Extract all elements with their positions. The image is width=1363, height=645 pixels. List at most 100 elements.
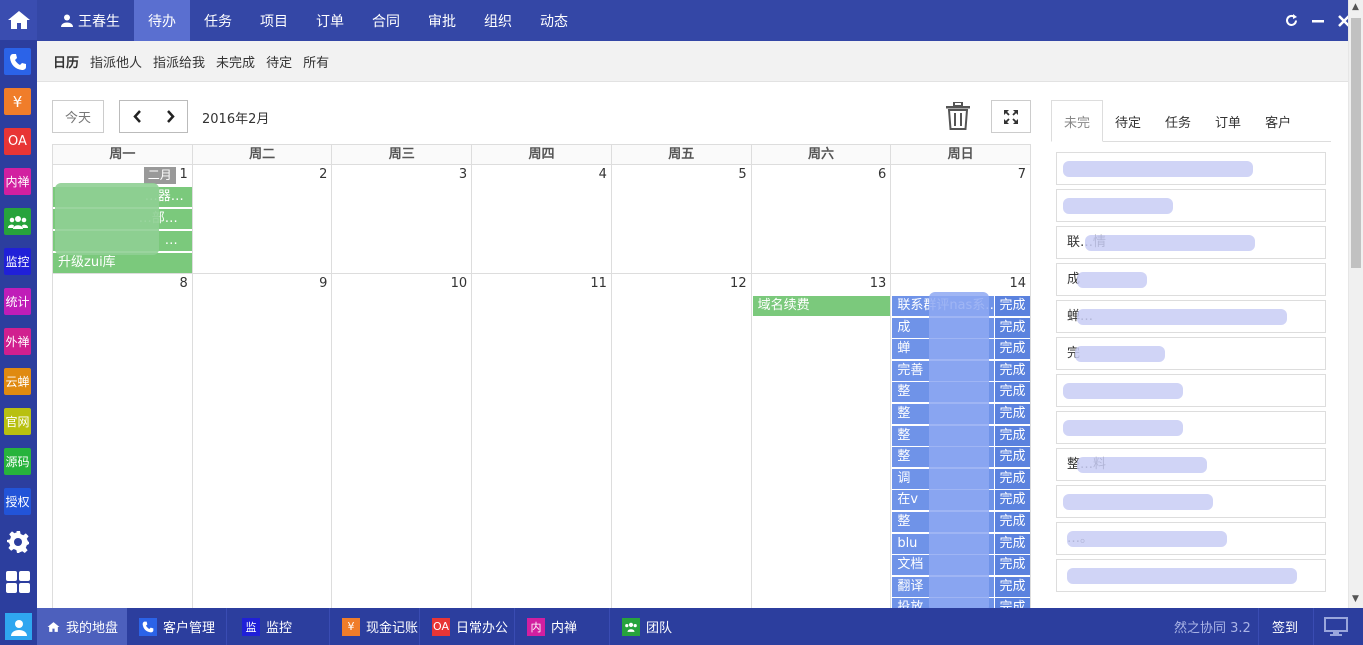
todo-list-item[interactable] bbox=[1056, 152, 1326, 185]
event-done-button[interactable]: 完成 bbox=[994, 447, 1030, 468]
nav-activity[interactable]: 动态 bbox=[526, 0, 582, 41]
nav-orders[interactable]: 订单 bbox=[302, 0, 358, 41]
taskbar-app-2[interactable]: ¥ 现金记账 bbox=[330, 608, 420, 645]
day-cell[interactable]: 11 bbox=[471, 274, 611, 608]
sidebar-phone-icon[interactable] bbox=[4, 48, 31, 75]
event-done-button[interactable]: 完成 bbox=[994, 317, 1030, 338]
sidebar-oa-icon[interactable]: OA bbox=[4, 128, 31, 155]
subnav-assigned-to-others[interactable]: 指派他人 bbox=[90, 52, 142, 71]
day-cell[interactable]: 12 bbox=[610, 274, 751, 608]
scroll-down-icon[interactable]: ▼ bbox=[1352, 594, 1359, 604]
today-button[interactable]: 今天 bbox=[52, 100, 104, 133]
event-done-button[interactable]: 完成 bbox=[994, 490, 1030, 511]
day-cell[interactable]: 7 bbox=[890, 165, 1030, 273]
nav-contracts[interactable]: 合同 bbox=[358, 0, 414, 41]
event-done-button[interactable]: 完成 bbox=[994, 339, 1030, 360]
todo-list-item[interactable]: 整…料 bbox=[1056, 448, 1326, 481]
event-done-button[interactable]: 完成 bbox=[994, 598, 1030, 608]
scroll-up-icon[interactable]: ▲ bbox=[1352, 2, 1359, 12]
event-done-button[interactable]: 完成 bbox=[994, 533, 1030, 554]
todo-list-item[interactable]: 联…情 bbox=[1056, 226, 1326, 259]
refresh-icon[interactable] bbox=[1285, 14, 1298, 27]
tab-unfinished[interactable]: 未完 bbox=[1051, 100, 1104, 142]
taskbar-app-0[interactable]: 客户管理 bbox=[127, 608, 227, 645]
sidebar-waichan-icon[interactable]: 外禅 bbox=[4, 328, 31, 355]
event-done-button[interactable]: 完成 bbox=[994, 404, 1030, 424]
trash-icon[interactable] bbox=[946, 101, 974, 132]
day-cell[interactable]: 3 bbox=[331, 165, 471, 273]
calendar-event[interactable]: 升级zui库 bbox=[53, 253, 192, 273]
todo-list-item[interactable] bbox=[1056, 411, 1326, 444]
sidebar-stats-icon[interactable]: 统计 bbox=[4, 288, 31, 315]
minimize-icon[interactable] bbox=[1312, 15, 1324, 27]
sidebar-yunchan-icon[interactable]: 云蝉 bbox=[4, 368, 31, 395]
signin-button[interactable]: 签到 bbox=[1259, 608, 1311, 645]
tab-pending[interactable]: 待定 bbox=[1103, 100, 1153, 142]
calendar-event[interactable]: 域名续费 bbox=[752, 296, 891, 316]
subnav-unfinished[interactable]: 未完成 bbox=[216, 52, 255, 71]
sidebar-team-icon[interactable] bbox=[4, 208, 31, 235]
subnav-pending[interactable]: 待定 bbox=[266, 52, 292, 71]
taskbar-home[interactable]: 我的地盘 bbox=[37, 608, 127, 645]
nav-org[interactable]: 组织 bbox=[470, 0, 526, 41]
day-cell[interactable]: 5 bbox=[610, 165, 751, 273]
day-cell[interactable]: 9 bbox=[191, 274, 332, 608]
todo-list-item[interactable] bbox=[1056, 189, 1326, 222]
desktop-icon[interactable] bbox=[1324, 608, 1348, 645]
nav-user[interactable]: 王春生 bbox=[37, 0, 134, 41]
subnav-assigned-to-me[interactable]: 指派给我 bbox=[153, 52, 205, 71]
nav-approval[interactable]: 审批 bbox=[414, 0, 470, 41]
event-done-button[interactable]: 完成 bbox=[994, 512, 1030, 532]
page-scrollbar[interactable]: ▲ ▼ bbox=[1348, 0, 1363, 608]
sidebar-site-icon[interactable]: 官网 bbox=[4, 408, 31, 435]
todo-list-item[interactable]: 成 bbox=[1056, 263, 1326, 296]
subnav-calendar[interactable]: 日历 bbox=[53, 52, 79, 71]
subnav-all[interactable]: 所有 bbox=[303, 52, 329, 71]
day-cell[interactable]: 13 域名续费 bbox=[750, 274, 891, 608]
sidebar-source-icon[interactable]: 源码 bbox=[4, 448, 31, 475]
tab-tasks[interactable]: 任务 bbox=[1153, 100, 1203, 142]
nav-projects[interactable]: 项目 bbox=[246, 0, 302, 41]
event-done-button[interactable]: 完成 bbox=[994, 576, 1030, 597]
sidebar-yen-icon[interactable]: ¥ bbox=[4, 88, 31, 115]
avatar[interactable] bbox=[0, 608, 37, 645]
event-done-button[interactable]: 完成 bbox=[994, 555, 1030, 576]
event-done-button[interactable]: 完成 bbox=[994, 382, 1030, 403]
day-cell[interactable]: 4 bbox=[471, 165, 611, 273]
event-done-button[interactable]: 完成 bbox=[994, 296, 1030, 316]
todo-list-item[interactable] bbox=[1056, 485, 1326, 518]
day-cell[interactable]: 2 bbox=[191, 165, 332, 273]
todo-list-item[interactable]: …。 bbox=[1056, 522, 1326, 555]
nav-todo[interactable]: 待办 bbox=[134, 0, 190, 41]
taskbar-app-4[interactable]: 内内禅 bbox=[515, 608, 610, 645]
todo-list-item[interactable]: 蝉… bbox=[1056, 300, 1326, 333]
day-cell[interactable]: 10 bbox=[331, 274, 471, 608]
prev-month-button[interactable] bbox=[119, 100, 155, 133]
taskbar-app-1[interactable]: 监监控 bbox=[230, 608, 330, 645]
apps-grid-icon[interactable] bbox=[4, 568, 31, 595]
event-done-button[interactable]: 完成 bbox=[994, 425, 1030, 446]
todo-list-item[interactable] bbox=[1056, 559, 1326, 592]
day-cell[interactable]: 二月 1 …器… …部… … 升级zui库 bbox=[53, 165, 192, 273]
taskbar-app-5[interactable]: 团队 bbox=[610, 608, 700, 645]
day-cell[interactable]: 14 联系群评nas系…完成成完成蝉完成完善完成整完成整完成整完成整完成调完成在… bbox=[890, 274, 1030, 608]
taskbar-app-3[interactable]: OA 日常办公 bbox=[420, 608, 515, 645]
tab-orders[interactable]: 订单 bbox=[1203, 100, 1253, 142]
fullscreen-button[interactable] bbox=[991, 100, 1031, 133]
settings-gear-icon[interactable] bbox=[4, 528, 31, 555]
sidebar-neichan-icon[interactable]: 内禅 bbox=[4, 168, 31, 195]
home-icon[interactable] bbox=[0, 0, 37, 40]
sidebar-monitor-icon[interactable]: 监控 bbox=[4, 248, 31, 275]
day-cell[interactable]: 8 bbox=[53, 274, 192, 608]
fullscreen-icon bbox=[1004, 109, 1018, 124]
todo-list-item[interactable]: 完 bbox=[1056, 337, 1326, 370]
event-done-button[interactable]: 完成 bbox=[994, 468, 1030, 489]
todo-list-item[interactable] bbox=[1056, 374, 1326, 407]
event-done-button[interactable]: 完成 bbox=[994, 360, 1030, 381]
next-month-button[interactable] bbox=[154, 100, 188, 133]
scrollbar-thumb[interactable] bbox=[1351, 18, 1361, 268]
sidebar-license-icon[interactable]: 授权 bbox=[4, 488, 31, 515]
tab-customers[interactable]: 客户 bbox=[1253, 100, 1303, 142]
day-cell[interactable]: 6 bbox=[750, 165, 891, 273]
nav-tasks[interactable]: 任务 bbox=[190, 0, 246, 41]
